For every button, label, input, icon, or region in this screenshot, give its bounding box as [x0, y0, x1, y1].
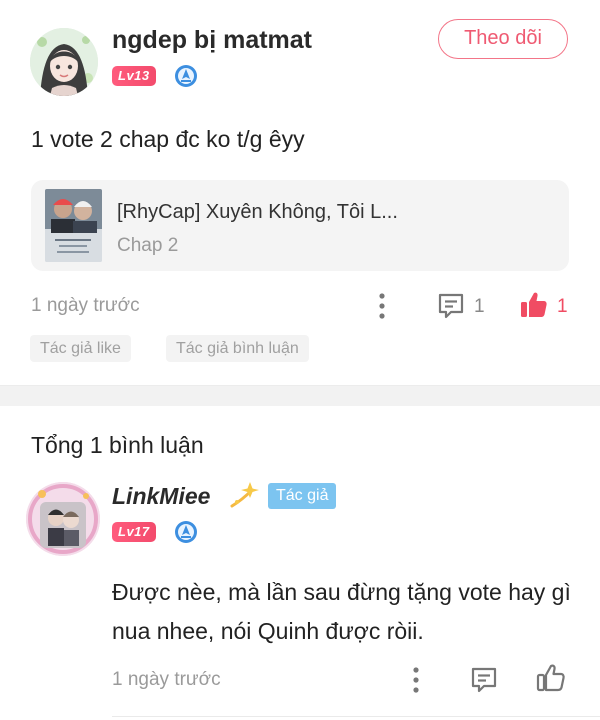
like-count: 1	[557, 296, 568, 317]
more-vertical-icon[interactable]	[410, 666, 422, 694]
sparkle-icon	[230, 482, 259, 508]
author-badge: Tác giả	[268, 483, 337, 509]
comment-avatar[interactable]	[26, 482, 100, 556]
level-badge: Lv13	[112, 66, 156, 86]
comic-chapter: Chap 2	[117, 235, 179, 256]
post-text: 1 vote 2 chap đc ko t/g êyy	[31, 126, 305, 152]
rank-icon	[175, 521, 197, 543]
post-timestamp: 1 ngày trước	[31, 295, 140, 316]
comment-icon[interactable]	[469, 665, 499, 695]
section-divider	[0, 385, 600, 406]
comment-timestamp: 1 ngày trước	[112, 669, 221, 690]
reply-count: 1	[474, 296, 485, 317]
post: ngdep bị matmat Lv13 Theo dõi 1 vote 2 c…	[0, 0, 600, 385]
rank-icon	[175, 65, 197, 87]
comments-total: Tổng 1 bình luận	[31, 432, 204, 458]
comment-detail-page: ngdep bị matmat Lv13 Theo dõi 1 vote 2 c…	[0, 0, 600, 720]
avatar-illustration	[26, 482, 100, 556]
level-badge: Lv17	[112, 522, 156, 542]
comment-divider	[112, 716, 600, 717]
more-vertical-icon[interactable]	[376, 292, 388, 320]
thumbs-up-filled-icon[interactable]	[518, 289, 550, 321]
comment-text: Được nèe, mà lần sau đừng tặng vote hay …	[112, 579, 571, 644]
comment-username[interactable]: LinkMiee	[112, 483, 210, 510]
comment-icon[interactable]	[436, 291, 466, 321]
avatar-illustration	[30, 28, 98, 96]
comic-title: [RhyCap] Xuyên Không, Tôi L...	[117, 201, 398, 223]
tag-author-liked: Tác giả like	[30, 335, 131, 362]
post-avatar[interactable]	[30, 28, 98, 96]
comic-card[interactable]: [RhyCap] Xuyên Không, Tôi L... Chap 2	[31, 180, 569, 271]
tag-author-commented: Tác giả bình luận	[166, 335, 309, 362]
thumbs-up-outline-icon[interactable]	[535, 662, 567, 694]
comic-cover-image	[45, 189, 102, 262]
follow-button[interactable]: Theo dõi	[438, 19, 568, 59]
post-username[interactable]: ngdep bị matmat	[112, 26, 312, 55]
